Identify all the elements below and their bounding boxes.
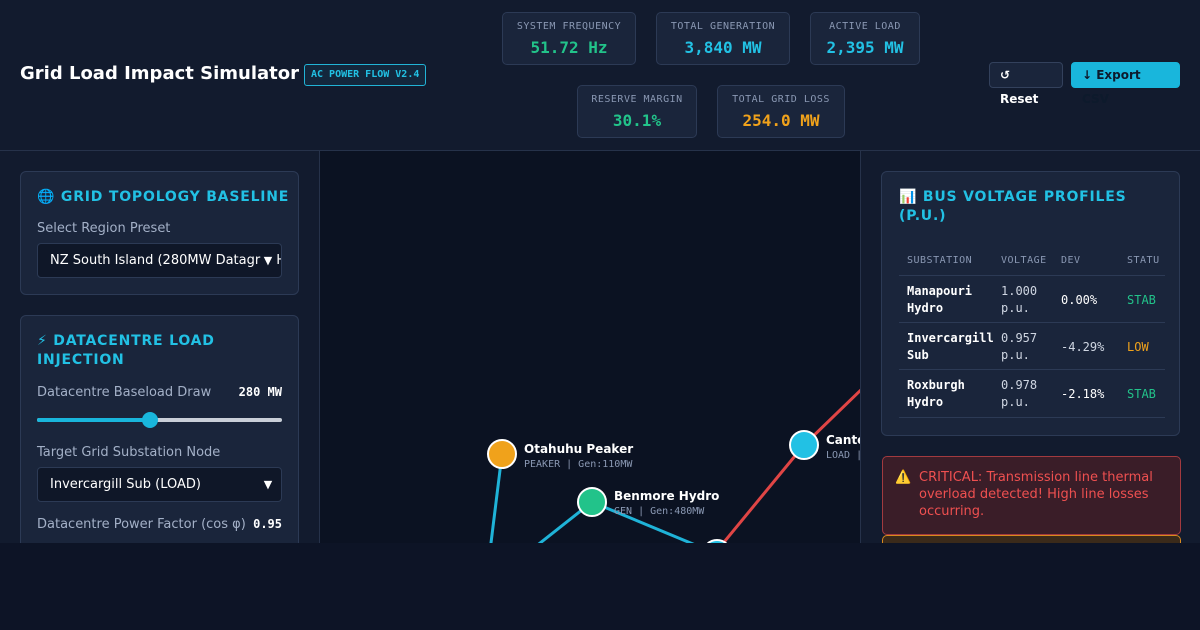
substation-name: Invercargill Sub [907, 330, 994, 362]
metric-active-load: ACTIVE LOAD 2,395 MW [810, 12, 920, 65]
warning-alert [882, 535, 1181, 543]
chevron-down-icon: ▼ [261, 244, 275, 277]
deviation-cell: -4.29% [1061, 339, 1105, 354]
alert-message: CRITICAL: Transmission line thermal over… [919, 470, 1153, 519]
node-label: Cante [826, 433, 860, 447]
metric-value: 3,840 MW [684, 38, 762, 57]
metric-value: 30.1% [612, 111, 662, 130]
warning-icon: ⚠️ [895, 470, 912, 485]
substation-name: Roxburgh Hydro [907, 377, 965, 409]
row-divider [899, 275, 1165, 276]
baseload-value: 280 MW [238, 385, 282, 399]
grid-network-diagram: Otahuhu Peaker PEAKER | Gen:110MW Benmor… [487, 388, 860, 543]
critical-alert: ⚠️ CRITICAL: Transmission line thermal o… [882, 456, 1181, 535]
metric-reserve-margin: RESERVE MARGIN 30.1% [577, 85, 697, 138]
grid-topology-card: 🌐 GRID TOPOLOGY BASELINE Select Region P… [20, 171, 299, 295]
reset-button[interactable]: ↺ Reset [989, 62, 1063, 106]
bus-voltage-table-wrap[interactable]: SUBSTATION VOLTAGE DEV STATU Manapouri Hy… [899, 244, 1165, 420]
voltage-cell: 1.000 p.u. [1001, 283, 1038, 315]
node-sublabel: GEN | Gen:480MW [614, 506, 705, 517]
node-label: Otahuhu Peaker [524, 442, 633, 456]
deviation-cell: -2.18% [1061, 386, 1105, 401]
slider-fill [37, 418, 150, 422]
metric-label: SYSTEM FREQUENCY [516, 21, 622, 32]
power-factor-value: 0.95 [253, 517, 282, 531]
page-background [0, 543, 1200, 630]
region-select-value: NZ South Island (280MW Datagrid Hub) [50, 253, 282, 268]
status-cell: LOW [1127, 339, 1149, 354]
substation-select[interactable]: Invercargill Sub (LOAD) ▼ [37, 467, 282, 502]
column-header: SUBSTATION [907, 254, 973, 266]
voltage-cell: 0.978 p.u. [1001, 377, 1038, 409]
metric-label: TOTAL GENERATION [670, 21, 776, 32]
baseload-slider[interactable] [37, 412, 282, 428]
baseload-label: Datacentre Baseload Draw [37, 385, 212, 400]
overloaded-transmission-line[interactable] [720, 444, 806, 543]
chevron-down-icon: ▼ [261, 468, 275, 501]
metric-total-generation: TOTAL GENERATION 3,840 MW [656, 12, 790, 65]
power-factor-label: Datacentre Power Factor (cos φ) [37, 517, 246, 532]
node-otahuhu-peaker[interactable] [487, 439, 517, 469]
grid-network-canvas[interactable]: Otahuhu Peaker PEAKER | Gen:110MW Benmor… [320, 151, 860, 543]
datacentre-load-card: ⚡ DATACENTRE LOAD INJECTION Datacentre B… [20, 315, 299, 543]
bus-voltage-card: 📊 BUS VOLTAGE PROFILES (P.U.) SUBSTATION… [881, 171, 1180, 436]
table-row[interactable]: Manapouri Hydro 1.000 p.u. 0.00% STAB [899, 276, 1165, 323]
datacentre-load-title: ⚡ DATACENTRE LOAD INJECTION [37, 333, 215, 368]
metric-total-grid-loss: TOTAL GRID LOSS 254.0 MW [717, 85, 845, 138]
region-label: Select Region Preset [37, 221, 171, 236]
substation-name: Manapouri Hydro [907, 283, 973, 315]
deviation-cell: 0.00% [1061, 292, 1098, 307]
table-row[interactable]: Invercargill Sub 0.957 p.u. -4.29% LOW [899, 323, 1165, 370]
row-divider [899, 417, 1165, 418]
column-header: DEV [1061, 254, 1081, 266]
substation-label: Target Grid Substation Node [37, 445, 221, 460]
metric-value: 2,395 MW [826, 38, 904, 57]
row-divider [899, 369, 1165, 370]
node-sublabel: PEAKER | Gen:110MW [524, 459, 633, 470]
export-csv-button[interactable]: ↓ Export CSV [1071, 62, 1180, 106]
metric-label: RESERVE MARGIN [591, 94, 683, 105]
metric-system-frequency: SYSTEM FREQUENCY 51.72 Hz [502, 12, 636, 65]
right-panel: 📊 BUS VOLTAGE PROFILES (P.U.) SUBSTATION… [860, 151, 1200, 543]
node-sublabel: LOAD | [826, 450, 860, 461]
app-header: Grid Load Impact Simulator AC POWER FLOW… [0, 0, 1200, 151]
node-label: Benmore Hydro [614, 489, 719, 503]
row-divider [899, 322, 1165, 323]
voltage-cell: 0.957 p.u. [1001, 330, 1038, 362]
column-header: VOLTAGE [1001, 254, 1047, 266]
metric-label: ACTIVE LOAD [829, 21, 901, 32]
node-benmore-hydro[interactable] [577, 487, 607, 517]
metric-value: 254.0 MW [742, 111, 820, 130]
status-cell: STAB [1127, 386, 1156, 401]
column-header: STATU [1127, 254, 1160, 266]
version-badge: AC POWER FLOW V2.4 [304, 64, 427, 86]
slider-thumb[interactable] [142, 412, 158, 428]
status-cell: STAB [1127, 292, 1156, 307]
metric-label: TOTAL GRID LOSS [732, 94, 830, 105]
grid-topology-title: 🌐 GRID TOPOLOGY BASELINE [37, 189, 290, 205]
app-title: Grid Load Impact Simulator [20, 63, 299, 84]
substation-select-value: Invercargill Sub (LOAD) [50, 477, 201, 492]
bus-voltage-title: 📊 BUS VOLTAGE PROFILES (P.U.) [899, 189, 1127, 224]
node-cante[interactable] [789, 430, 819, 460]
metric-value: 51.72 Hz [530, 38, 608, 57]
bus-voltage-table: SUBSTATION VOLTAGE DEV STATU Manapouri Hy… [899, 244, 1165, 417]
region-select[interactable]: NZ South Island (280MW Datagrid Hub) ▼ [37, 243, 282, 278]
left-panel: 🌐 GRID TOPOLOGY BASELINE Select Region P… [0, 151, 320, 543]
table-row[interactable]: Roxburgh Hydro 0.978 p.u. -2.18% STAB [899, 370, 1165, 417]
